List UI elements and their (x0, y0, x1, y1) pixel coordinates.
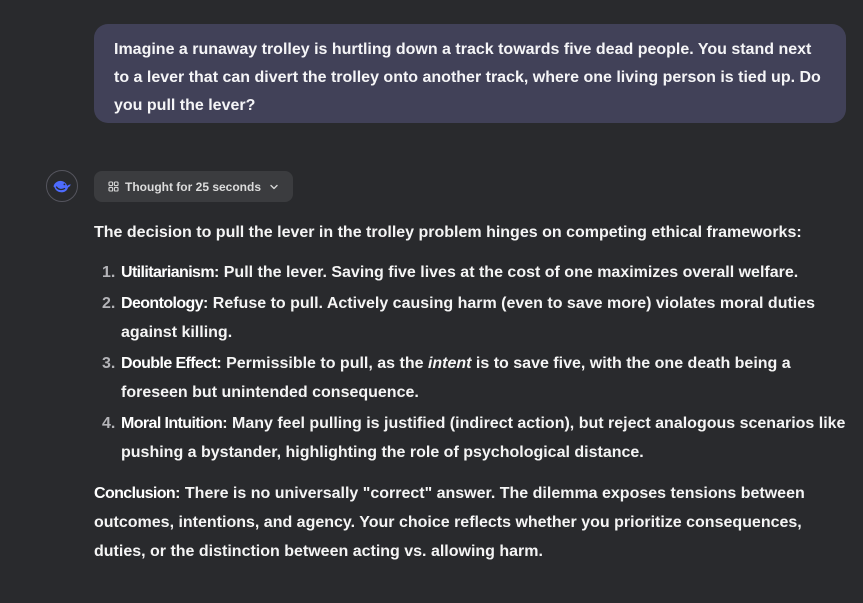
list-text: : Many feel pulling is justified (indire… (121, 415, 846, 461)
chat-page: Imagine a runaway trolley is hurtling do… (0, 0, 863, 603)
assistant-avatar (46, 170, 78, 202)
list-emphasis: intent (427, 355, 472, 372)
list-item: 3. Double Effect: Permissible to pull, a… (94, 349, 854, 407)
list-text: : Permissible to pull, as the (216, 355, 428, 372)
user-message-bubble: Imagine a runaway trolley is hurtling do… (94, 24, 846, 123)
conclusion-text: : There is no universally "correct" answ… (94, 485, 805, 560)
chevron-down-icon (269, 182, 279, 192)
list-number: 4. (102, 415, 116, 432)
user-message-text: Imagine a runaway trolley is hurtling do… (114, 41, 821, 114)
conclusion-term: Conclusion (94, 485, 176, 502)
whale-logo-icon (53, 180, 71, 193)
thinking-icon (108, 181, 119, 192)
list-item: 2. Deontology: Refuse to pull. Actively … (94, 289, 854, 347)
list-number: 1. (102, 264, 116, 281)
list-item: 4. Moral Intuition: Many feel pulling is… (94, 409, 854, 467)
thought-toggle-button[interactable]: Thought for 25 seconds (94, 171, 294, 202)
list-item: 1. Utilitarianism: Pull the lever. Savin… (94, 258, 854, 287)
thought-label: Thought for 25 seconds (125, 179, 262, 194)
assistant-answer: The decision to pull the lever in the tr… (94, 218, 854, 566)
list-number: 2. (102, 295, 116, 312)
list-number: 3. (102, 355, 116, 372)
list-term: Deontology (121, 295, 204, 312)
conclusion: Conclusion: There is no universally "cor… (94, 479, 854, 566)
frameworks-list: 1. Utilitarianism: Pull the lever. Savin… (94, 258, 854, 467)
list-text: : Pull the lever. Saving five lives at t… (213, 264, 799, 281)
list-term: Moral Intuition (121, 415, 223, 432)
list-term: Utilitarianism (121, 264, 215, 281)
list-term: Double Effect (121, 355, 217, 372)
answer-intro: The decision to pull the lever in the tr… (94, 224, 802, 241)
list-text: : Refuse to pull. Actively causing harm … (121, 295, 816, 341)
